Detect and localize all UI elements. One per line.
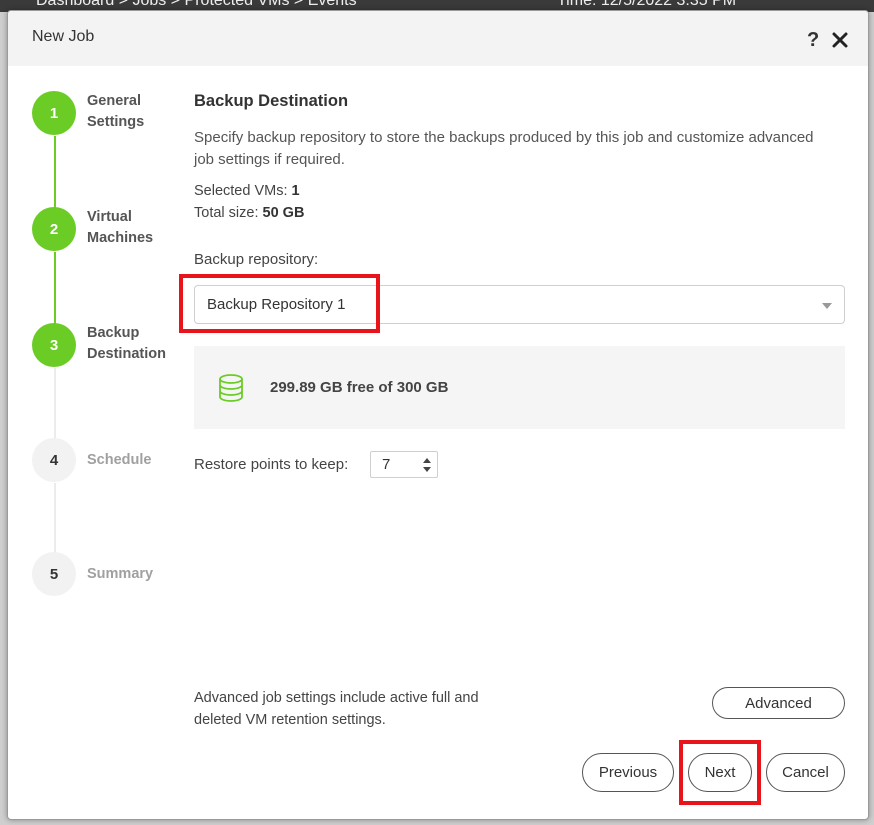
repository-highlight-box <box>179 274 380 333</box>
background-breadcrumb: Dashboard > Jobs > Protected VMs > Event… <box>36 0 357 9</box>
step-number: 4 <box>32 438 76 482</box>
database-icon <box>219 374 243 402</box>
step-number: 2 <box>32 207 76 251</box>
step-connector <box>54 368 56 440</box>
page-title: Backup Destination <box>194 92 349 110</box>
background-time: Time: 12/5/2022 3:35 PM <box>557 0 737 9</box>
repository-info-panel: 299.89 GB free of 300 GB <box>194 346 845 429</box>
repository-label: Backup repository: <box>194 251 319 268</box>
advanced-button[interactable]: Advanced <box>712 687 845 719</box>
cancel-button[interactable]: Cancel <box>766 753 845 792</box>
total-size-label: Total size: <box>194 205 259 221</box>
step-connector <box>54 252 56 324</box>
step-general-settings[interactable]: 1 General Settings <box>32 91 192 141</box>
selected-vms-value: 1 <box>291 183 300 199</box>
advanced-settings-note: Advanced job settings include active ful… <box>194 690 479 728</box>
page-description: Specify backup repository to store the b… <box>194 129 814 168</box>
selected-vms: Selected VMs: 1 <box>194 183 300 199</box>
dialog-header: New Job ? <box>8 11 868 66</box>
step-virtual-machines[interactable]: 2 Virtual Machines <box>32 207 192 257</box>
repository-free-space: 299.89 GB free of 300 GB <box>270 379 449 396</box>
restore-points-label: Restore points to keep: <box>194 456 349 473</box>
step-backup-destination[interactable]: 3 Backup Destination <box>32 323 192 373</box>
step-number: 1 <box>32 91 76 135</box>
step-schedule[interactable]: 4 Schedule <box>32 438 192 488</box>
next-highlight-box <box>679 740 761 805</box>
step-label: Virtual Machines <box>87 209 154 246</box>
step-number: 5 <box>32 552 76 596</box>
selected-vms-label: Selected VMs: <box>194 183 288 199</box>
step-label: Backup Destination <box>87 325 166 362</box>
close-icon[interactable] <box>830 30 850 50</box>
step-label: Summary <box>87 566 154 582</box>
stepper-up-icon[interactable] <box>423 458 431 463</box>
new-job-dialog: New Job ? 1 General Settings 2 Virtual M… <box>7 10 869 820</box>
step-label: General Settings <box>87 93 145 130</box>
step-connector <box>54 136 56 208</box>
dialog-title: New Job <box>32 28 95 45</box>
restore-points-stepper[interactable]: 7 <box>370 451 438 478</box>
total-size-value: 50 GB <box>262 205 305 221</box>
step-number: 3 <box>32 323 76 367</box>
chevron-down-icon <box>822 303 832 309</box>
restore-points-value[interactable]: 7 <box>382 456 390 473</box>
stepper-down-icon[interactable] <box>423 467 431 472</box>
step-summary[interactable]: 5 Summary <box>32 552 192 602</box>
previous-button[interactable]: Previous <box>582 753 674 792</box>
step-label: Schedule <box>87 452 152 468</box>
total-size: Total size: 50 GB <box>194 205 304 221</box>
step-connector <box>54 483 56 555</box>
help-icon[interactable]: ? <box>807 29 819 51</box>
